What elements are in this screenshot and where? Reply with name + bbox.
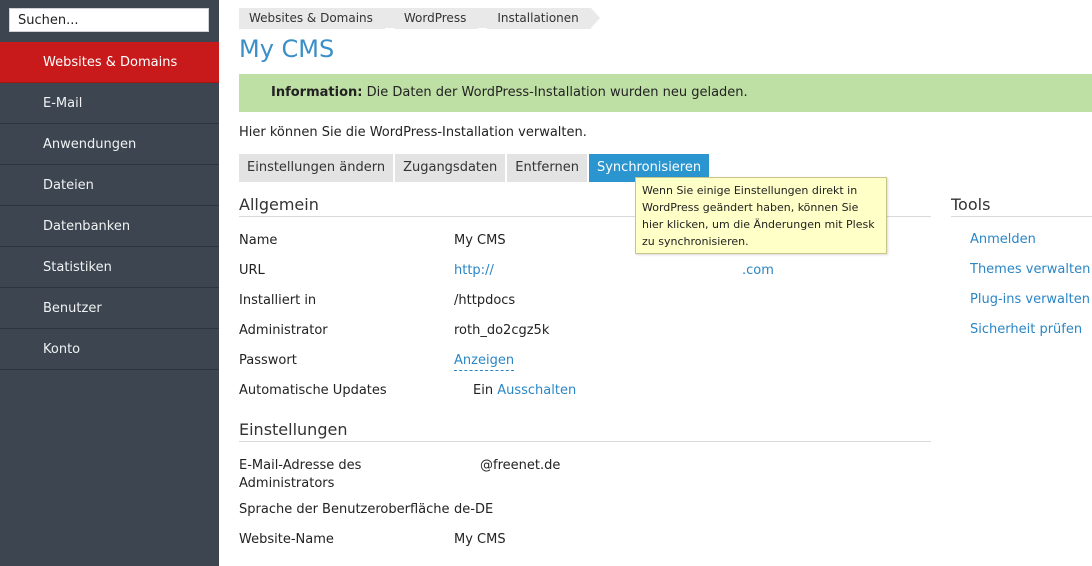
name-label: Name	[239, 233, 278, 248]
breadcrumb-item-wordpress[interactable]: WordPress	[384, 8, 488, 29]
tool-link-sicherheit-pruefen[interactable]: Sicherheit prüfen	[970, 322, 1082, 337]
ui-language-value: de-DE	[454, 502, 494, 517]
website-name-label: Website-Name	[239, 532, 334, 547]
name-value: My CMS	[454, 233, 506, 248]
tooltip-line: Wenn Sie einige Einstellungen direkt in	[642, 184, 858, 197]
tooltip-line: zu synchronisieren.	[642, 235, 749, 248]
administrator-label: Administrator	[239, 323, 328, 338]
installed-value: /httpdocs	[454, 293, 516, 308]
info-label: Information:	[271, 85, 363, 100]
section-heading-allgemein: Allgemein	[239, 195, 319, 214]
search-input[interactable]	[9, 8, 209, 32]
password-label: Passwort	[239, 353, 297, 368]
admin-email-value: @freenet.de	[480, 458, 561, 473]
url-link-suffix[interactable]: .com	[742, 262, 774, 280]
tab-einstellungen-aendern[interactable]: Einstellungen ändern	[239, 154, 394, 182]
sidebar-item-dateien[interactable]: Dateien	[0, 165, 219, 206]
sidebar-item-benutzer[interactable]: Benutzer	[0, 288, 219, 329]
administrator-value: roth_do2cgz5k	[454, 323, 550, 338]
sidebar-item-email[interactable]: E-Mail	[0, 83, 219, 124]
section-divider	[951, 216, 1092, 217]
sidebar-nav: Websites & Domains E-Mail Anwendungen Da…	[0, 42, 219, 370]
auto-updates-state: Ein	[473, 383, 494, 398]
installed-label: Installiert in	[239, 293, 317, 308]
tool-link-anmelden[interactable]: Anmelden	[970, 232, 1036, 247]
sidebar-item-datenbanken[interactable]: Datenbanken	[0, 206, 219, 247]
info-text: Die Daten der WordPress-Installation wur…	[366, 85, 748, 100]
show-password-link[interactable]: Anzeigen	[454, 352, 515, 371]
ui-language-label: Sprache der Benutzeroberfläche	[239, 502, 450, 517]
sidebar-item-websites-domains[interactable]: Websites & Domains	[0, 42, 219, 83]
tooltip-line: WordPress geändert haben, können Sie	[642, 201, 859, 214]
intro-text: Hier können Sie die WordPress-Installati…	[239, 125, 587, 140]
auto-updates-value: Ein Ausschalten	[473, 382, 576, 400]
synchronize-tooltip: Wenn Sie einige Einstellungen direkt in …	[635, 177, 887, 254]
sidebar-item-anwendungen[interactable]: Anwendungen	[0, 124, 219, 165]
tool-link-themes-verwalten[interactable]: Themes verwalten	[970, 262, 1090, 277]
info-message: Information: Die Daten der WordPress-Ins…	[239, 74, 1092, 112]
admin-email-label-line-2: Administrators	[239, 476, 335, 491]
sidebar-item-konto[interactable]: Konto	[0, 329, 219, 370]
page-title: My CMS	[239, 35, 335, 63]
section-divider	[239, 441, 931, 442]
admin-email-label: E-Mail-Adresse des Administrators	[239, 457, 361, 493]
tool-link-plugins-verwalten[interactable]: Plug-ins verwalten	[970, 292, 1090, 307]
section-heading-tools: Tools	[951, 195, 991, 214]
sidebar: Websites & Domains E-Mail Anwendungen Da…	[0, 0, 219, 566]
breadcrumb: Websites & Domains WordPress Installatio…	[239, 8, 601, 29]
disable-updates-link[interactable]: Ausschalten	[497, 383, 576, 398]
url-label: URL	[239, 263, 265, 278]
tab-zugangsdaten[interactable]: Zugangsdaten	[395, 154, 506, 182]
sidebar-item-statistiken[interactable]: Statistiken	[0, 247, 219, 288]
tooltip-line: hier klicken, um die Änderungen mit Ples…	[642, 218, 875, 231]
auto-updates-label: Automatische Updates	[239, 383, 387, 398]
section-heading-einstellungen: Einstellungen	[239, 420, 348, 439]
website-name-value: My CMS	[454, 532, 506, 547]
breadcrumb-item-installationen[interactable]: Installationen	[478, 8, 601, 29]
admin-email-label-line-1: E-Mail-Adresse des	[239, 458, 362, 473]
breadcrumb-item-websites-domains[interactable]: Websites & Domains	[239, 8, 394, 29]
url-link-prefix[interactable]: http://	[454, 262, 494, 280]
tab-entfernen[interactable]: Entfernen	[507, 154, 587, 182]
